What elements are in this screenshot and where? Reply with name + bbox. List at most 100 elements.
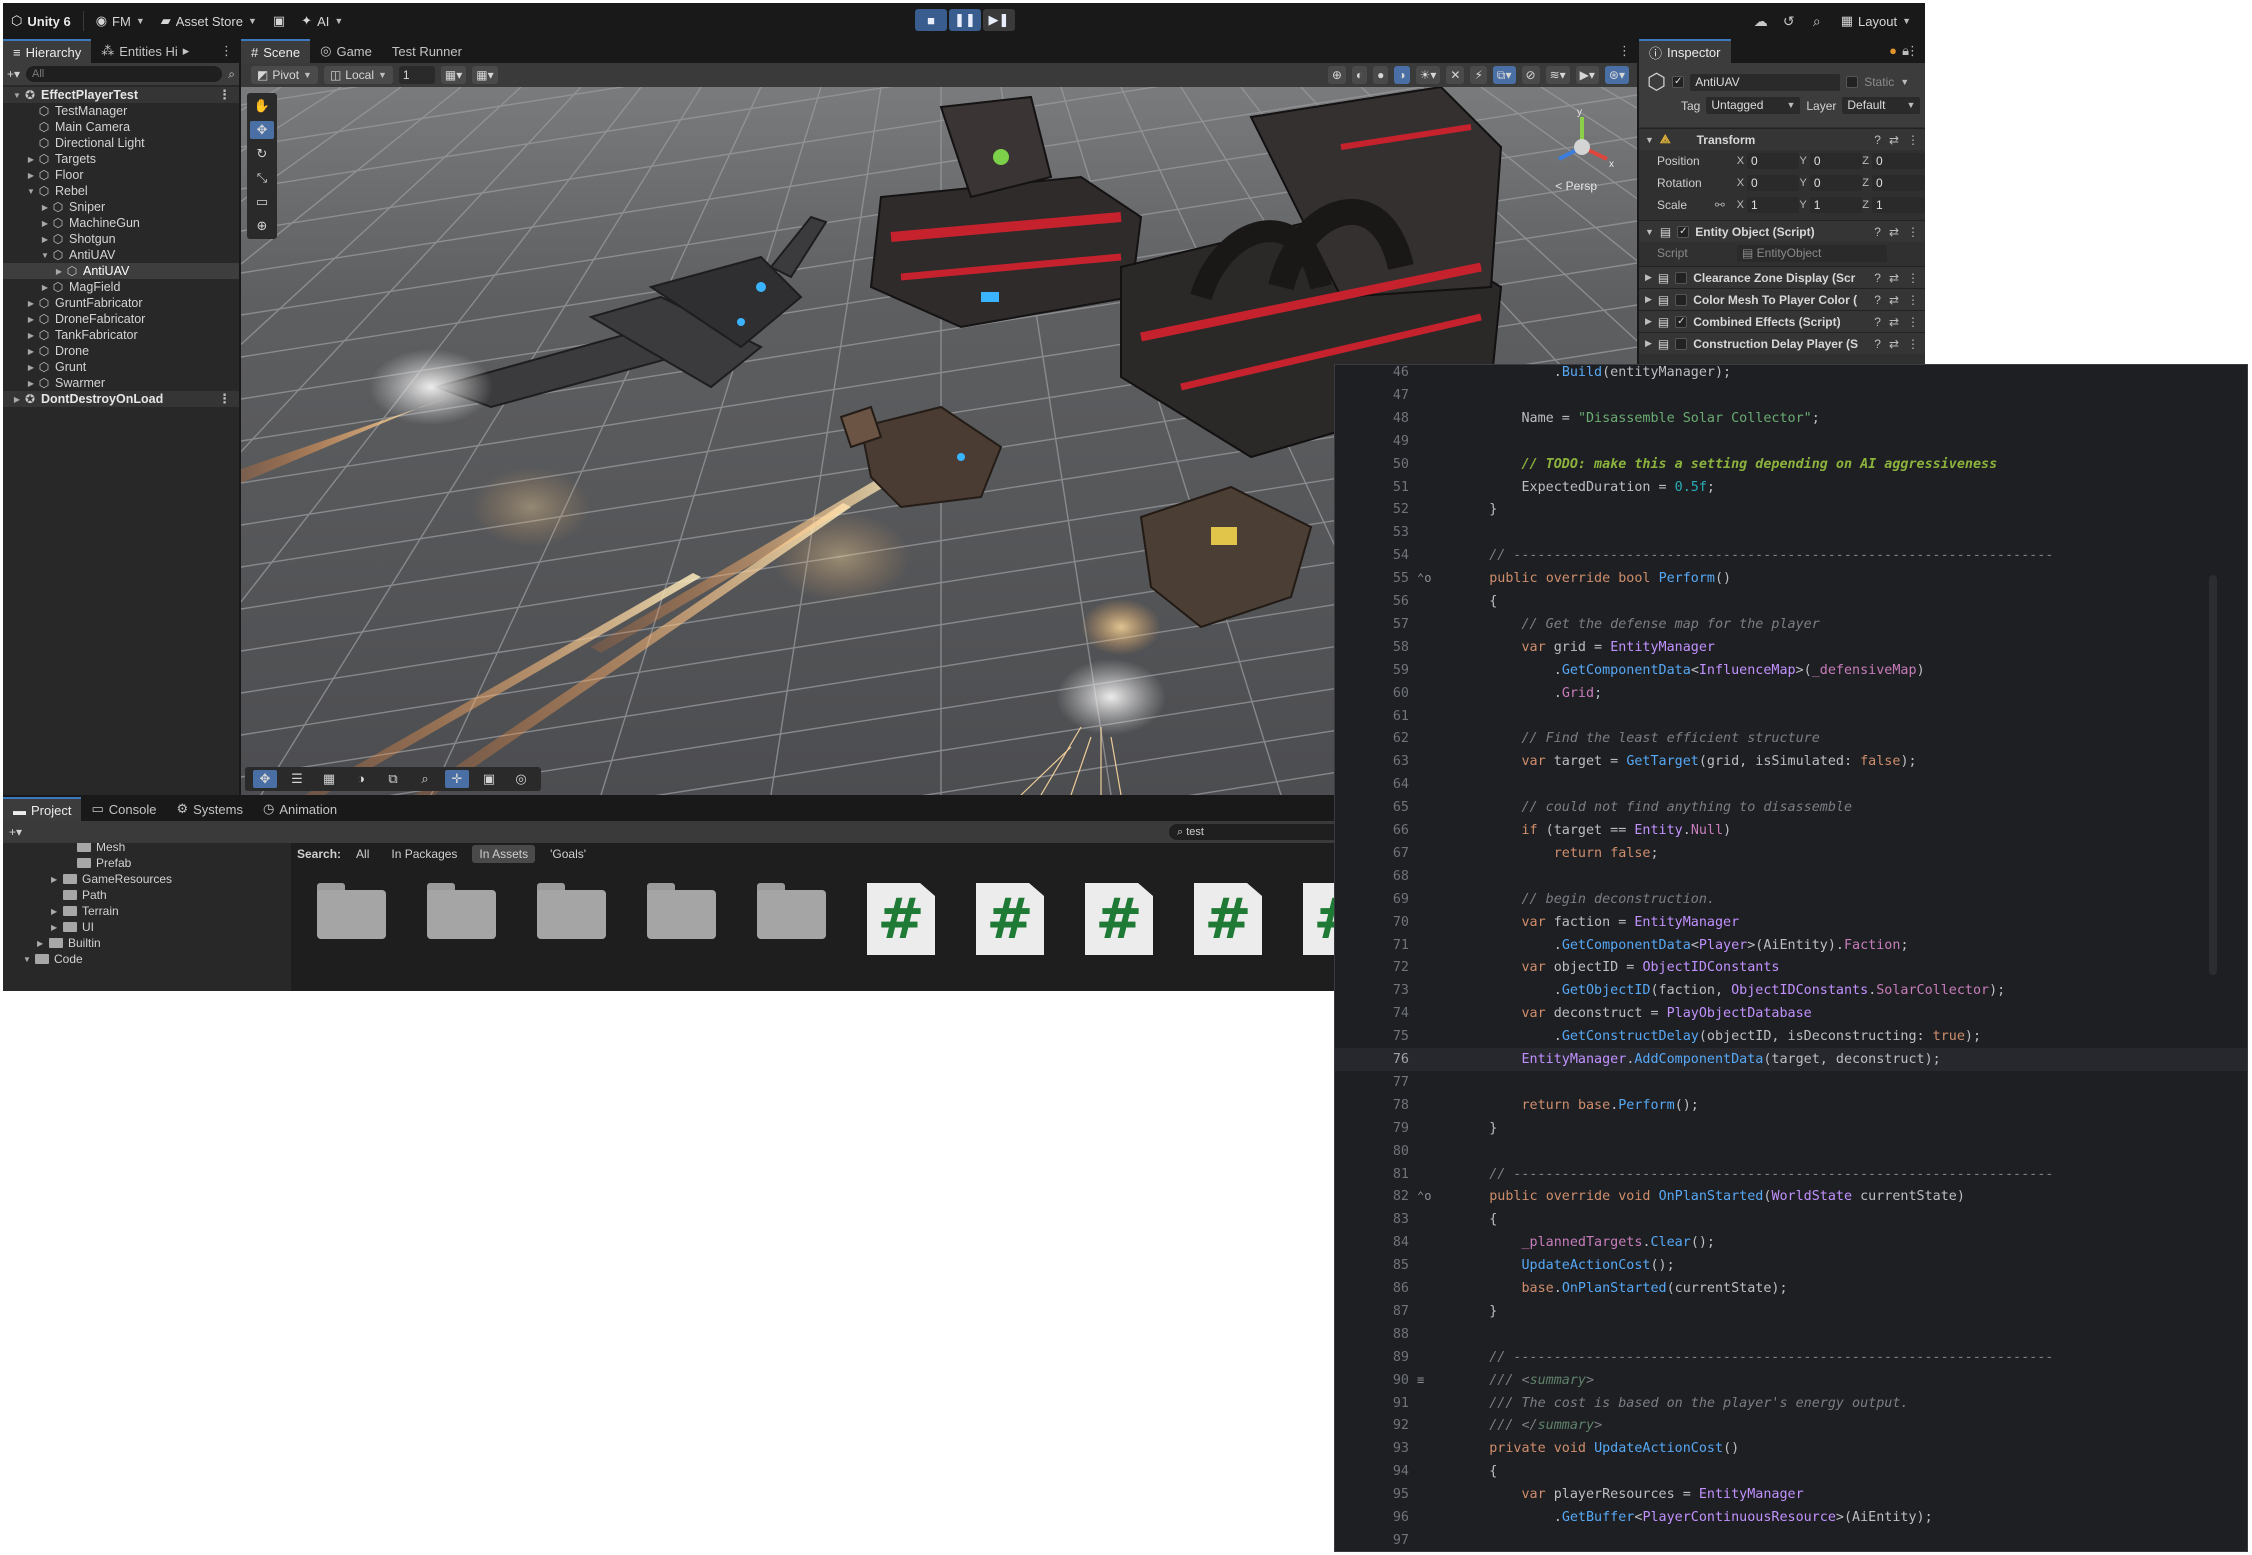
hierarchy-row[interactable]: ⬡ Main Camera [3,119,239,135]
local-dropdown[interactable]: ◫ Local ▼ [323,66,393,84]
scale-tool[interactable]: ⤡ [250,169,274,187]
preset-icon[interactable]: ⇄ [1889,271,1899,285]
layer-dropdown[interactable]: Default ▼ [1842,97,1921,114]
visibility-toggle[interactable]: ⊘ [1521,66,1540,84]
camera-dropdown[interactable]: ▶▾ [1575,66,1599,84]
hierarchy-row[interactable]: ▼ ⬡ AntiUAV [3,247,239,263]
gizmos-dropdown[interactable]: ⊛▾ [1604,66,1629,84]
code-line[interactable]: 76 EntityManager.AddComponentData(target… [1335,1048,2247,1071]
expand-arrow-icon[interactable]: ▼ [39,251,51,260]
search-icon[interactable]: ⌕ [1805,13,1829,30]
asset-folder[interactable] [647,883,716,939]
code-line[interactable]: 65 // could not find anything to disasse… [1335,796,2247,819]
effects-dropdown[interactable]: ⧉▾ [1492,66,1516,84]
vector-field-y[interactable]: Y0 [1799,175,1863,191]
expand-arrow-icon[interactable]: ▶ [25,171,37,180]
csharp-script-asset[interactable]: # [1194,883,1262,955]
expand-arrow-icon[interactable]: ▶ [51,907,63,916]
csharp-script-asset[interactable]: # [867,883,935,955]
code-line[interactable]: 83 { [1335,1208,2247,1231]
hierarchy-row[interactable]: ▶ ⬡ Swarmer [3,375,239,391]
component-enabled-checkbox[interactable] [1675,293,1688,306]
unity-menu[interactable]: ⬡ Unity 6 [3,9,79,33]
vector-field-y[interactable]: Y0 [1799,153,1863,169]
static-checkbox[interactable] [1846,76,1859,88]
project-tree-item[interactable]: Path [3,887,289,903]
vector-value[interactable]: 0 [1809,153,1863,169]
tab-game[interactable]: ◎ Game [310,39,382,63]
overlay-shading-tool[interactable]: ◑ [349,770,373,788]
expand-arrow-icon[interactable]: ▶ [39,203,51,212]
vector-value[interactable]: 0 [1871,153,1925,169]
add-icon[interactable]: +▾ [9,825,22,839]
vector-field-x[interactable]: X1 [1737,197,1800,213]
search-filter-icon[interactable]: ⌕ [228,67,235,82]
vector-field-x[interactable]: X0 [1737,175,1800,191]
code-line[interactable]: 68 [1335,865,2247,888]
preset-icon[interactable]: ⇄ [1889,225,1899,239]
code-line[interactable]: 95 var playerResources = EntityManager [1335,1483,2247,1506]
code-line[interactable]: 66 if (target == Entity.Null) [1335,819,2247,842]
expand-arrow-icon[interactable]: ▶ [39,235,51,244]
asset-store-dropdown[interactable]: ▰ Asset Store ▼ [153,9,265,33]
vector-field-y[interactable]: Y1 [1799,197,1863,213]
expand-arrow-icon[interactable]: ▶ [39,283,51,292]
preset-icon[interactable]: ⇄ [1889,337,1899,351]
code-line[interactable]: 46 .Build(entityManager); [1335,365,2247,384]
vector-value[interactable]: 0 [1747,175,1800,191]
help-icon[interactable]: ? [1874,293,1881,307]
expand-arrow-icon[interactable]: ▼ [25,187,37,196]
code-line[interactable]: 81 // ----------------------------------… [1335,1163,2247,1186]
tab-options-icon[interactable]: ⋮ [1618,43,1631,59]
expand-arrow-icon[interactable]: ▶ [53,267,65,276]
expand-arrow-icon[interactable]: ▶ [39,219,51,228]
code-line[interactable]: 87 } [1335,1300,2247,1323]
hierarchy-row[interactable]: ▶ ⬡ Shotgun [3,231,239,247]
filter-all[interactable]: All [349,845,376,863]
overlay-pan-tool[interactable]: ✛ [445,770,469,788]
tab-hierarchy[interactable]: ≡ Hierarchy [3,39,92,63]
help-icon[interactable]: ? [1874,271,1881,285]
vector-field-z[interactable]: Z0 [1862,175,1925,191]
asset-folder[interactable] [427,883,496,939]
hierarchy-row[interactable]: ▶ ⬡ Sniper [3,199,239,215]
expand-arrow-icon[interactable]: ▼ [23,955,35,964]
object-name-field[interactable]: AntiUAV [1690,73,1841,91]
tab-options-icon[interactable]: ⋮ [1906,43,1919,59]
lit-button[interactable]: ◑ [1394,66,1410,84]
rect-tool[interactable]: ▭ [250,193,274,211]
code-line[interactable]: 85 UpdateActionCost(); [1335,1254,2247,1277]
notification-icon[interactable]: ● [1889,43,1897,58]
vector-value[interactable]: 1 [1871,197,1925,213]
code-line[interactable]: 50 // TODO: make this a setting dependin… [1335,453,2247,476]
project-search-input[interactable]: ⌕ test [1169,824,1349,840]
override-marker-icon[interactable]: ⌃o [1417,567,1431,590]
entity-object-component-header[interactable]: ▼ ▤ ✓ Entity Object (Script) ? ⇄ ⋮ [1639,220,1925,242]
project-tree-item[interactable]: ▼ Code [3,951,289,967]
code-line[interactable]: 92 /// </summary> [1335,1414,2247,1437]
code-editor-window[interactable]: 46 .Build(entityManager); 47 48 Name = "Di… [1334,364,2248,1552]
code-line[interactable]: 69 // begin deconstruction. [1335,888,2247,911]
hierarchy-row[interactable]: ▼ ✪ EffectPlayerTest ⋮ [3,87,239,103]
more-icon[interactable]: ⋮ [218,391,231,407]
hierarchy-row[interactable]: ▶ ⬡ GruntFabricator [3,295,239,311]
component-enabled-checkbox[interactable]: ✓ [1675,315,1688,328]
asset-folder[interactable] [317,883,386,939]
component-enabled-checkbox[interactable] [1675,271,1688,284]
vector-field-z[interactable]: Z0 [1862,153,1925,169]
tab-options-icon[interactable]: ⋮ [220,43,233,59]
layout-dropdown[interactable]: ▦ Layout ▼ [1833,9,1919,33]
hierarchy-row[interactable]: ▶ ⬡ TankFabricator [3,327,239,343]
expand-arrow-icon[interactable]: ▶ [51,923,63,932]
more-icon[interactable]: ⋮ [1907,271,1919,285]
move-tool[interactable]: ✥ [250,121,274,139]
project-tree-item[interactable]: Mesh [3,843,289,855]
layers-dropdown[interactable]: ≋▾ [1545,66,1570,84]
history-icon[interactable]: ↺ [1777,13,1801,30]
hierarchy-search-input[interactable]: All [26,66,223,82]
more-icon[interactable]: ⋮ [218,87,231,103]
expand-arrow-icon[interactable]: ▼ [11,91,23,100]
expand-arrow-icon[interactable]: ▶ [51,875,63,884]
hierarchy-row[interactable]: ▶ ⬡ Targets [3,151,239,167]
project-tree-item[interactable]: ▶ UI [3,919,289,935]
